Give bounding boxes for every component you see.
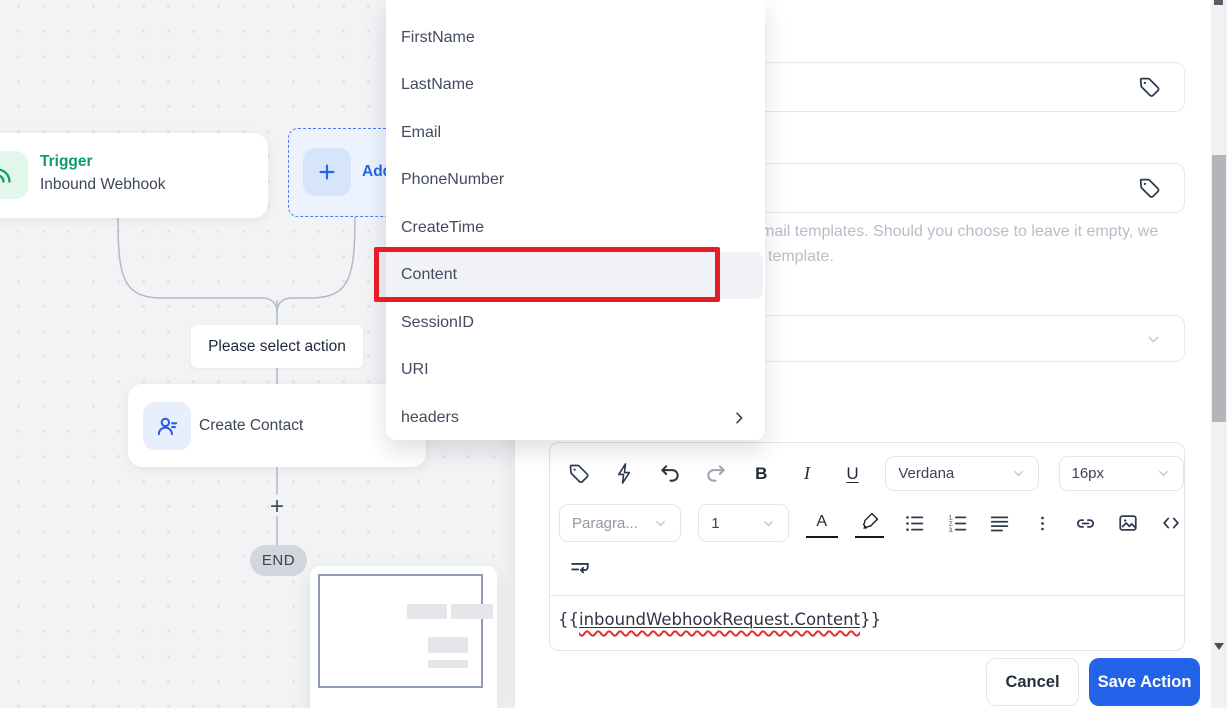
undo-button[interactable] [657,461,683,487]
contact-icon [143,402,191,450]
redo-button[interactable] [703,461,729,487]
minimap-card [310,566,497,708]
headers-label: headers [401,408,459,426]
trigger-title: Trigger [40,153,93,170]
dropdown-item-sessionid[interactable]: SessionID [386,299,765,347]
rich-text-editor: B I U Verdana 16px Paragra... 1 A 1. 2. … [549,442,1185,651]
bullet-list-button[interactable] [901,510,927,536]
text-wrap-icon [571,563,589,574]
font-family-select[interactable]: Verdana [885,456,1039,491]
dropdown-item-firstname[interactable]: FirstName [386,14,765,62]
scrollbar-thumb[interactable] [1212,155,1226,422]
align-button[interactable] [987,510,1013,536]
save-action-button[interactable]: Save Action [1089,658,1200,706]
dropdown-item-email[interactable]: Email [386,109,765,157]
minimap-bar [451,604,493,619]
tag-icon[interactable] [1137,75,1162,100]
scrollbar[interactable] [1211,0,1227,708]
quick-action-button[interactable] [612,461,638,487]
trigger-subtitle: Inbound Webhook [40,176,166,193]
font-size-value: 16px [1071,465,1105,482]
vertical-ellipsis-icon [1041,516,1044,530]
text-color-button[interactable]: A [805,509,838,538]
minimap-bar [428,637,468,653]
braces-open: {{ [558,610,579,629]
editor-content[interactable]: {{inboundWebhookRequest.Content}} [550,596,1184,643]
insert-link-button[interactable] [1073,510,1099,536]
dropdown-item-lastname[interactable]: LastName [386,62,765,110]
hint-line-1: mail templates. Should you choose to lea… [761,223,1159,240]
tag-icon [569,464,589,483]
dropdown-item-uri[interactable]: URI [386,347,765,395]
code-icon [1163,517,1179,529]
redo-icon [707,465,725,482]
paragraph-style-value: Paragra... [572,514,638,532]
cancel-button[interactable]: Cancel [986,658,1079,706]
chevron-down-icon [1013,470,1023,477]
image-icon [1119,515,1137,531]
create-contact-label: Create Contact [199,417,304,434]
braces-close: }} [860,610,882,629]
chevron-down-icon [763,520,773,526]
chevron-down-icon [1145,331,1162,348]
template-hint-text: mail templates. Should you choose to lea… [761,219,1158,269]
ordered-list-button[interactable]: 1. 2. 3. [944,510,970,536]
bold-button[interactable]: B [749,461,775,487]
align-icon [991,516,1009,531]
tag-icon[interactable] [1137,176,1162,201]
paragraph-style-select[interactable]: Paragra... [559,504,682,542]
undo-icon [660,465,679,482]
chevron-down-icon [656,520,666,526]
insert-variable-button[interactable] [566,461,592,487]
line-height-value: 1 [711,514,720,532]
scrollbar-down-arrow[interactable] [1214,643,1224,650]
code-view-button[interactable] [1158,510,1184,536]
font-size-select[interactable]: 16px [1058,456,1185,491]
variable-dropdown: FirstName LastName Email PhoneNumber Cre… [386,0,765,440]
scrollbar-up-arrow[interactable] [1214,0,1223,5]
highlighter-icon [862,512,879,529]
chevron-down-icon [1159,470,1168,477]
line-height-select[interactable]: 1 [698,504,789,542]
svg-text:3.: 3. [948,526,953,533]
hint-line-2: template. [768,248,834,265]
variable-token: inboundWebhookRequest.Content [579,610,861,629]
minimap-bar [407,604,447,619]
insert-image-button[interactable] [1115,510,1141,536]
webhook-icon [0,151,28,199]
end-node: END [250,545,307,576]
font-family-value: Verdana [898,465,955,482]
plus-icon [303,148,351,196]
action-prompt-label: Please select action [191,325,363,368]
bullet-list-icon [905,515,923,531]
link-icon [1076,518,1094,528]
minimap-viewport [318,574,483,688]
text-wrap-button[interactable] [567,556,593,582]
underline-button[interactable]: U [840,461,866,487]
dropdown-item-createtime[interactable]: CreateTime [386,204,765,252]
chevron-right-icon [731,410,747,426]
dropdown-item-phonenumber[interactable]: PhoneNumber [386,157,765,205]
add-step-plus[interactable]: + [263,493,291,521]
minimap-bar [428,660,468,668]
dropdown-item-content[interactable]: Content [386,251,763,299]
dropdown-item-headers[interactable]: headers [386,394,765,442]
italic-button[interactable]: I [794,461,820,487]
lightning-icon [617,463,631,484]
highlight-color-button[interactable] [854,508,885,538]
ordered-list-icon: 1. 2. 3. [948,514,966,533]
workflow-builder-screen: Trigger Inbound Webhook Add Please selec… [0,0,1227,708]
more-options-button[interactable] [1030,510,1056,536]
